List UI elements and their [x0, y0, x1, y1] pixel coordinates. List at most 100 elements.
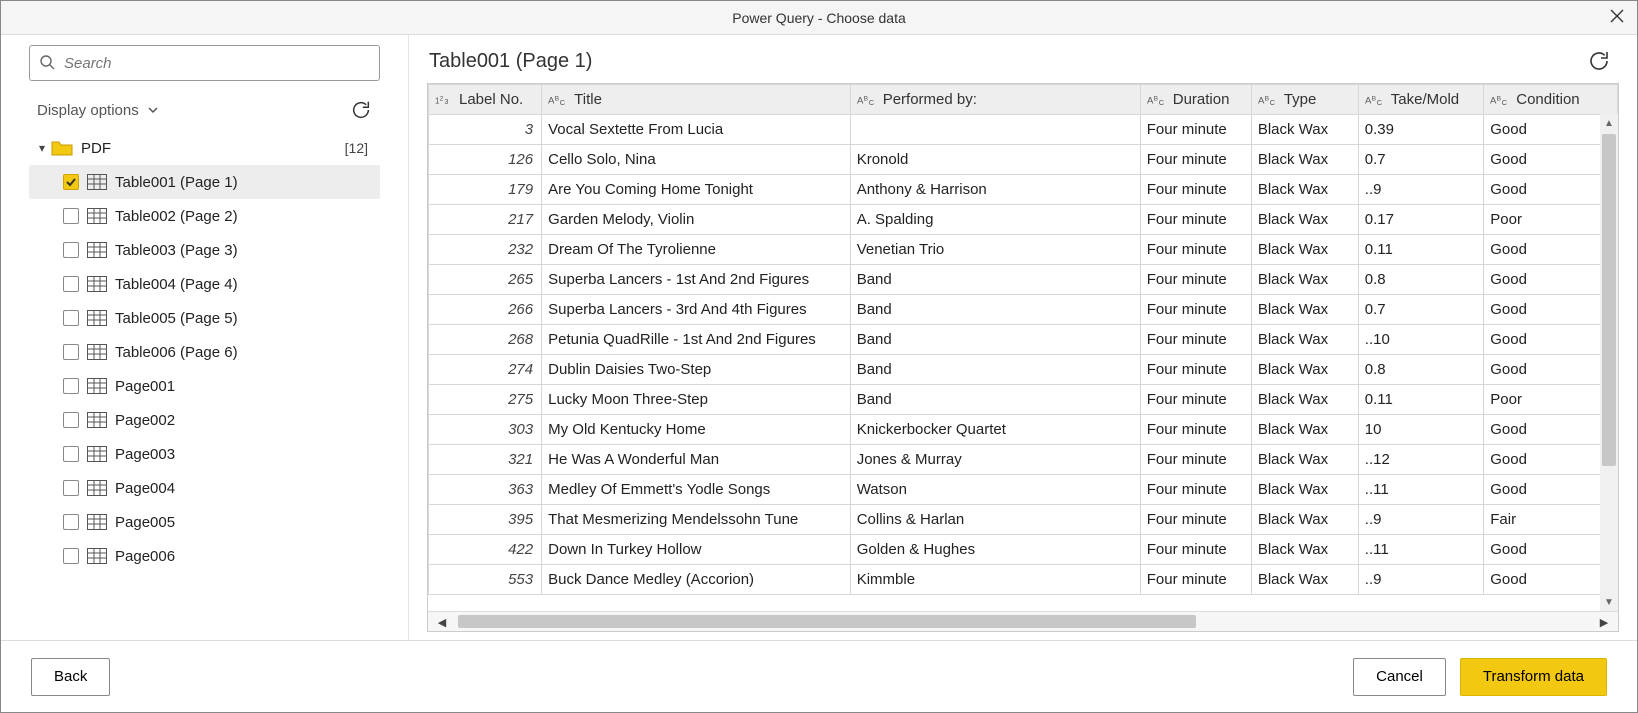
table-row[interactable]: 126Cello Solo, NinaKronoldFour minuteBla…	[429, 145, 1618, 175]
back-button[interactable]: Back	[31, 658, 110, 696]
grid-table: 123Label No.ABCTitleABCPerformed by:ABCD…	[428, 84, 1618, 595]
table-cell: 275	[429, 385, 542, 415]
text-type-icon: ABC	[1147, 92, 1169, 108]
table-cell: Band	[850, 265, 1140, 295]
table-cell: 0.39	[1358, 115, 1483, 145]
transform-data-button[interactable]: Transform data	[1460, 658, 1607, 696]
table-cell: 0.17	[1358, 205, 1483, 235]
table-cell: Black Wax	[1251, 325, 1358, 355]
column-header-label: Performed by:	[883, 91, 977, 108]
tree-item[interactable]: Page006	[29, 539, 380, 573]
table-row[interactable]: 275Lucky Moon Three-StepBandFour minuteB…	[429, 385, 1618, 415]
refresh-preview-button[interactable]	[1587, 49, 1611, 73]
checkbox[interactable]	[63, 480, 79, 496]
checkbox[interactable]	[63, 412, 79, 428]
table-row[interactable]: 363Medley Of Emmett's Yodle SongsWatsonF…	[429, 475, 1618, 505]
table-row[interactable]: 3Vocal Sextette From LuciaFour minuteBla…	[429, 115, 1618, 145]
table-row[interactable]: 217Garden Melody, ViolinA. SpaldingFour …	[429, 205, 1618, 235]
tree-item[interactable]: Table001 (Page 1)	[29, 165, 380, 199]
horizontal-scroll-thumb[interactable]	[458, 615, 1196, 628]
tree-item[interactable]: Table002 (Page 2)	[29, 199, 380, 233]
checkbox[interactable]	[63, 242, 79, 258]
table-row[interactable]: 422Down In Turkey HollowGolden & HughesF…	[429, 535, 1618, 565]
column-header[interactable]: ABCType	[1251, 85, 1358, 115]
table-row[interactable]: 179Are You Coming Home TonightAnthony & …	[429, 175, 1618, 205]
column-header[interactable]: ABCCondition	[1484, 85, 1618, 115]
table-cell: ..11	[1358, 475, 1483, 505]
table-cell: 274	[429, 355, 542, 385]
table-cell: 179	[429, 175, 542, 205]
tree-root-pdf[interactable]: ▾ PDF [12]	[29, 131, 380, 165]
table-cell: Black Wax	[1251, 265, 1358, 295]
table-row[interactable]: 268Petunia QuadRille - 1st And 2nd Figur…	[429, 325, 1618, 355]
tree-item[interactable]: Table003 (Page 3)	[29, 233, 380, 267]
table-cell: Four minute	[1140, 205, 1251, 235]
vertical-scroll-thumb[interactable]	[1602, 134, 1616, 466]
table-cell	[850, 115, 1140, 145]
column-header[interactable]: 123Label No.	[429, 85, 542, 115]
table-row[interactable]: 303My Old Kentucky HomeKnickerbocker Qua…	[429, 415, 1618, 445]
tree-item[interactable]: Page005	[29, 505, 380, 539]
vertical-scrollbar[interactable]	[1600, 132, 1618, 593]
checkbox[interactable]	[63, 208, 79, 224]
display-options[interactable]: Display options	[37, 99, 372, 121]
checkbox[interactable]	[63, 548, 79, 564]
checkbox[interactable]	[63, 378, 79, 394]
table-row[interactable]: 265Superba Lancers - 1st And 2nd Figures…	[429, 265, 1618, 295]
checkbox[interactable]	[63, 310, 79, 326]
checkbox[interactable]	[63, 276, 79, 292]
column-header[interactable]: ABCTake/Mold	[1358, 85, 1483, 115]
tree-item[interactable]: Page004	[29, 471, 380, 505]
close-icon	[1609, 8, 1625, 24]
checkbox[interactable]	[63, 344, 79, 360]
column-header[interactable]: ABCDuration	[1140, 85, 1251, 115]
horizontal-scrollbar[interactable]: ◀ ▶	[428, 611, 1618, 631]
tree-item-label: Page004	[115, 480, 175, 497]
table-row[interactable]: 553Buck Dance Medley (Accorion)KimmbleFo…	[429, 565, 1618, 595]
checkbox[interactable]	[63, 514, 79, 530]
tree-item[interactable]: Table006 (Page 6)	[29, 335, 380, 369]
table-cell: Good	[1484, 115, 1618, 145]
table-row[interactable]: 274Dublin Daisies Two-StepBandFour minut…	[429, 355, 1618, 385]
refresh-icon	[1587, 49, 1611, 73]
close-button[interactable]	[1609, 8, 1625, 24]
table-row[interactable]: 232Dream Of The TyrolienneVenetian TrioF…	[429, 235, 1618, 265]
tree-item-label: Page002	[115, 412, 175, 429]
svg-text:2: 2	[440, 96, 444, 103]
tree-item[interactable]: Page002	[29, 403, 380, 437]
search-input[interactable]	[29, 45, 380, 81]
table-cell: Four minute	[1140, 355, 1251, 385]
table-cell: Fair	[1484, 505, 1618, 535]
tree-item[interactable]: Page001	[29, 369, 380, 403]
table-cell: Four minute	[1140, 445, 1251, 475]
svg-text:B: B	[1264, 96, 1269, 103]
table-row[interactable]: 321He Was A Wonderful ManJones & MurrayF…	[429, 445, 1618, 475]
table-cell: Knickerbocker Quartet	[850, 415, 1140, 445]
tree-item[interactable]: Table004 (Page 4)	[29, 267, 380, 301]
column-header[interactable]: ABCPerformed by:	[850, 85, 1140, 115]
table-cell: 321	[429, 445, 542, 475]
scroll-left-button[interactable]: ◀	[432, 612, 452, 632]
text-type-icon: ABC	[1365, 92, 1387, 108]
table-row[interactable]: 266Superba Lancers - 3rd And 4th Figures…	[429, 295, 1618, 325]
table-cell: Buck Dance Medley (Accorion)	[542, 565, 851, 595]
checkbox[interactable]	[63, 174, 79, 190]
table-row[interactable]: 395That Mesmerizing Mendelssohn TuneColl…	[429, 505, 1618, 535]
cancel-button[interactable]: Cancel	[1353, 658, 1446, 696]
scroll-right-button[interactable]: ▶	[1594, 612, 1614, 632]
svg-text:3: 3	[444, 97, 448, 106]
table-icon	[87, 208, 107, 224]
table-cell: Black Wax	[1251, 205, 1358, 235]
column-header[interactable]: ABCTitle	[542, 85, 851, 115]
table-cell: Dublin Daisies Two-Step	[542, 355, 851, 385]
table-cell: Poor	[1484, 385, 1618, 415]
table-cell: Good	[1484, 325, 1618, 355]
refresh-button[interactable]	[350, 99, 372, 121]
scroll-down-button[interactable]: ▼	[1600, 593, 1618, 611]
preview-pane: Table001 (Page 1) 123Label No.ABCTitleAB…	[409, 35, 1637, 640]
tree-item[interactable]: Page003	[29, 437, 380, 471]
scroll-up-button[interactable]: ▲	[1600, 114, 1618, 132]
checkbox[interactable]	[63, 446, 79, 462]
table-cell: Four minute	[1140, 265, 1251, 295]
tree-item[interactable]: Table005 (Page 5)	[29, 301, 380, 335]
